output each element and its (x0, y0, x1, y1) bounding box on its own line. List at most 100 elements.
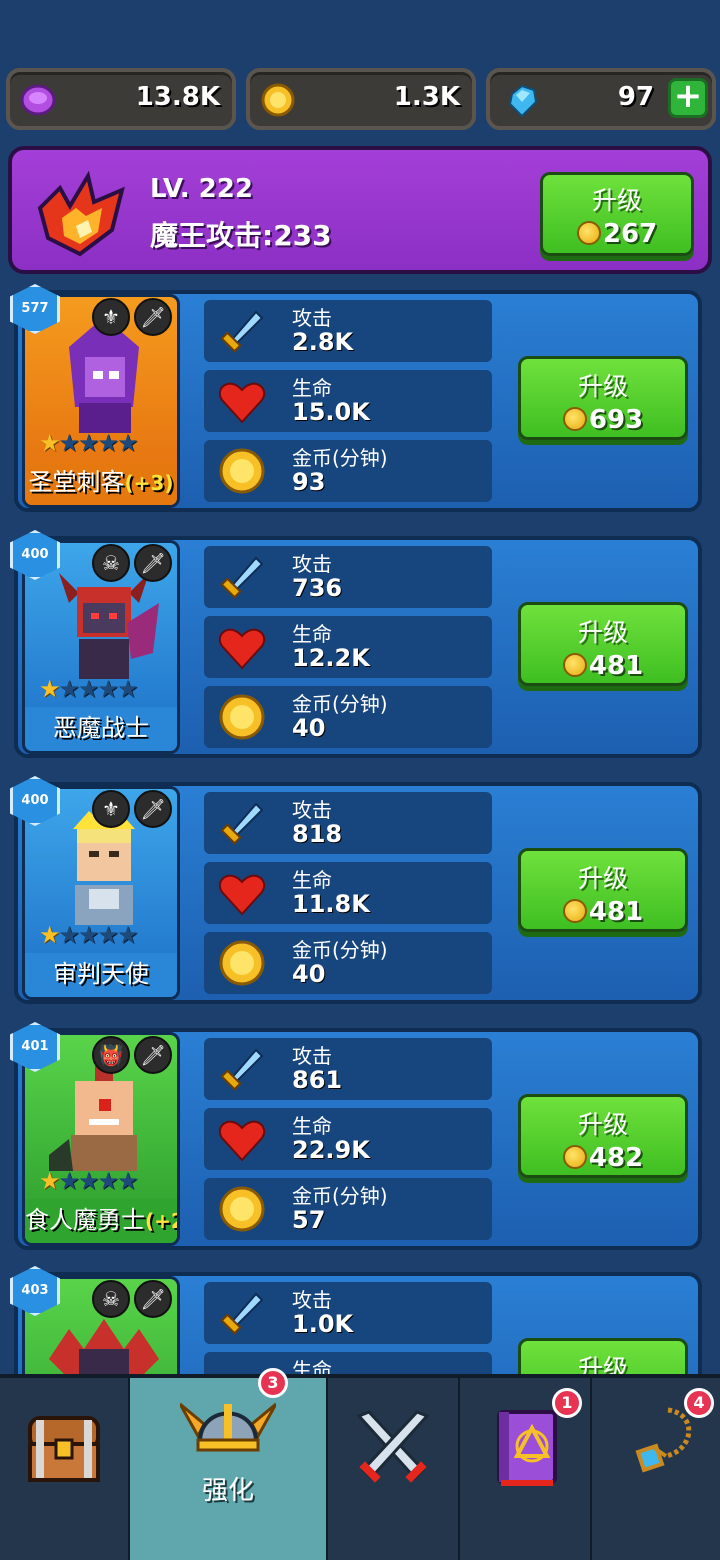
stat-value: 22.9K (292, 1136, 370, 1164)
sword-icon (220, 1292, 264, 1335)
stat-label: 金币(分钟) (292, 938, 388, 962)
stat-label: 金币(分钟) (292, 446, 388, 470)
hero-bonus: (+3) (124, 471, 174, 495)
stat-label: 生命 (292, 868, 332, 892)
hp-stat: 生命 15.0K (204, 370, 492, 432)
hero-name: 食人魔勇士 (25, 1206, 145, 1234)
gold-coin-icon (219, 1186, 265, 1232)
sword-class-icon: 🗡 (134, 790, 172, 828)
gold-rate-stat: 金币(分钟) 40 (204, 932, 492, 994)
upgrade-label: 升级 (591, 186, 642, 215)
hero-stars: ★★★★★ (39, 429, 139, 457)
tab-treasure[interactable] (0, 1378, 130, 1560)
stat-label: 攻击 (292, 552, 332, 576)
stat-label: 生命 (292, 622, 332, 646)
bottom-nav: 强化 3 1 4 (0, 1368, 720, 1560)
purple-gem-amount: 13.8K (135, 82, 220, 112)
amulet-notification-badge: 4 (684, 1388, 714, 1418)
hero-name-bar: 审判天使 (25, 953, 177, 997)
spellbook-notification-badge: 1 (552, 1388, 582, 1418)
hero-stars: ★★★★★ (39, 921, 139, 949)
diamond-icon (508, 84, 538, 118)
hero-bonus: (+2) (145, 1209, 177, 1233)
gold-coin-icon (261, 83, 295, 117)
stat-label: 攻击 (292, 1288, 332, 1312)
skull-class-icon: ☠ (92, 544, 130, 582)
heart-icon (219, 628, 265, 670)
demon-king-upgrade-button[interactable]: 升级 267 (540, 172, 694, 256)
hp-stat: 生命 22.9K (204, 1108, 492, 1170)
sword-icon (220, 310, 264, 353)
stat-value: 57 (292, 1206, 326, 1234)
upgrade-cost: 481 (588, 897, 644, 927)
gold-coin-icon (562, 407, 587, 431)
demon-king-panel: LV. 222 魔王攻击:233 升级 267 (8, 146, 712, 274)
enhance-notification-badge: 3 (258, 1368, 288, 1398)
stat-value: 40 (292, 960, 326, 988)
add-diamond-button[interactable]: + (668, 78, 708, 118)
gold-coin-icon (219, 940, 265, 986)
attack-stat: 攻击 2.8K (204, 300, 492, 362)
hero-upgrade-button[interactable]: 升级 693 (518, 356, 688, 440)
attack-stat: 攻击 1.0K (204, 1282, 492, 1344)
viking-helmet-icon (180, 1402, 276, 1452)
upgrade-label: 升级 (577, 372, 628, 401)
stat-value: 2.8K (292, 328, 354, 356)
stat-label: 生命 (292, 376, 332, 400)
spellbook-icon (497, 1410, 557, 1486)
sword-class-icon: 🗡 (134, 1280, 172, 1318)
hero-upgrade-button[interactable]: 升级 482 (518, 1094, 688, 1178)
purple-gem-counter[interactable]: 13.8K (6, 68, 236, 130)
hero-stars: ★★★★★ (39, 1167, 139, 1195)
tab-enhance[interactable]: 强化 3 (130, 1368, 328, 1560)
tab-spellbook[interactable]: 1 (460, 1378, 592, 1560)
attack-stat: 攻击 818 (204, 792, 492, 854)
upgrade-cost: 481 (588, 651, 644, 681)
hero-name-bar: 恶魔战士 (25, 707, 177, 751)
stat-value: 818 (292, 820, 343, 848)
sword-class-icon: 🗡 (134, 544, 172, 582)
hero-name: 审判天使 (53, 960, 149, 988)
hero-card: ★★★★★ 恶魔战士 400 ☠ 🗡 攻击 736 生命 12.2K 金币(分钟… (10, 530, 702, 758)
stat-value: 11.8K (292, 890, 370, 918)
gold-rate-stat: 金币(分钟) 40 (204, 686, 492, 748)
stat-value: 1.0K (292, 1310, 354, 1338)
demon-king-level: LV. 222 (150, 174, 253, 204)
hero-name: 恶魔战士 (53, 714, 149, 742)
stat-value: 736 (292, 574, 343, 602)
sword-class-icon: 🗡 (134, 1036, 172, 1074)
upgrade-cost: 482 (588, 1143, 644, 1173)
fire-claw-icon (37, 170, 125, 257)
heart-icon (219, 382, 265, 424)
hero-card: ★★★★★ 食人魔勇士(+2) 401 👹 🗡 攻击 861 生命 22.9K … (10, 1022, 702, 1250)
hero-name-bar: 圣堂刺客(+3) (25, 461, 177, 505)
upgrade-label: 升级 (577, 1110, 628, 1139)
gold-coin-icon (562, 653, 587, 677)
winged-class-icon: ⚜ (92, 298, 130, 336)
tab-enhance-label: 强化 (201, 1476, 254, 1506)
hero-upgrade-button[interactable]: 升级 481 (518, 848, 688, 932)
gold-coin-icon (562, 1145, 587, 1169)
hero-name: 圣堂刺客 (28, 468, 125, 496)
gold-amount: 1.3K (393, 82, 460, 112)
undead-class-icon: ☠ (92, 1280, 130, 1318)
gold-coin-icon (562, 899, 587, 923)
heart-icon (219, 1120, 265, 1162)
heart-icon (219, 874, 265, 916)
hero-upgrade-button[interactable]: 升级 481 (518, 602, 688, 686)
tab-amulet[interactable]: 4 (592, 1378, 720, 1560)
ogre-class-icon: 👹 (92, 1036, 130, 1074)
stat-value: 15.0K (292, 398, 370, 426)
sword-icon (220, 802, 264, 845)
status-area (0, 0, 720, 60)
hero-card: ★★★★★ 审判天使 400 ⚜ 🗡 攻击 818 生命 11.8K 金币(分钟… (10, 776, 702, 1004)
stat-value: 93 (292, 468, 326, 496)
demon-king-attack: 魔王攻击:233 (150, 219, 332, 252)
stat-label: 攻击 (292, 306, 332, 330)
stat-label: 金币(分钟) (292, 1184, 388, 1208)
diamond-counter[interactable]: 97 + (486, 68, 716, 130)
gold-coin-icon (219, 448, 265, 494)
hero-card: ★★★★★ 圣堂刺客(+3) 577 ⚜ 🗡 攻击 2.8K 生命 15.0K … (10, 284, 702, 512)
tab-battle[interactable] (328, 1378, 460, 1560)
gold-counter[interactable]: 1.3K (246, 68, 476, 130)
